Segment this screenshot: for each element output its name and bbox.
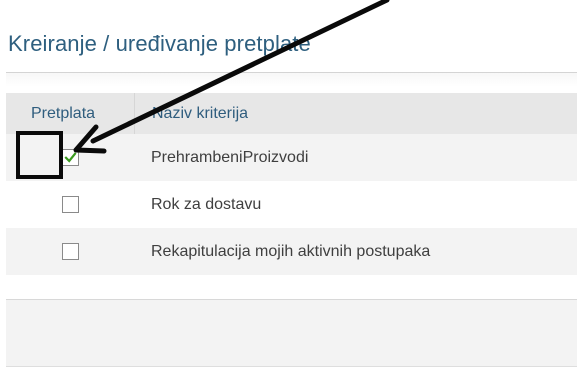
criteria-table: Pretplata Naziv kriterija PrehrambeniPro… xyxy=(6,93,577,275)
criterion-name: Rekapitulacija mojih aktivnih postupaka xyxy=(151,242,431,260)
column-header-subscription[interactable]: Pretplata xyxy=(6,105,134,123)
table-footer xyxy=(6,299,577,367)
check-icon xyxy=(63,152,77,163)
subscription-cell xyxy=(6,196,134,213)
table-row: Rok za dostavu xyxy=(6,181,577,228)
table-header-row: Pretplata Naziv kriterija xyxy=(6,93,577,134)
table-row: PrehrambeniProizvodi xyxy=(6,134,577,181)
column-header-criterion-name[interactable]: Naziv kriterija xyxy=(134,93,577,134)
subscription-checkbox[interactable] xyxy=(61,149,79,166)
subscription-panel: Kreiranje / uređivanje pretplate Pretpla… xyxy=(6,12,577,385)
criterion-name: Rok za dostavu xyxy=(151,195,262,213)
table-row: Rekapitulacija mojih aktivnih postupaka xyxy=(6,228,577,275)
subscription-cell xyxy=(6,243,134,260)
title-shadow xyxy=(6,73,577,87)
subscription-checkbox[interactable] xyxy=(61,196,79,213)
page-title: Kreiranje / uređivanje pretplate xyxy=(8,31,311,56)
criterion-name: PrehrambeniProizvodi xyxy=(151,148,309,166)
subscription-cell xyxy=(6,149,134,166)
subscription-checkbox[interactable] xyxy=(61,243,79,260)
